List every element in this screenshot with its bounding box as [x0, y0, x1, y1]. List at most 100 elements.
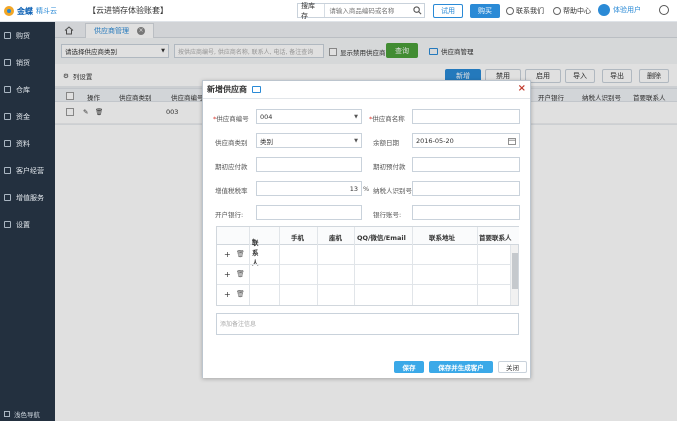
category-field[interactable]: 类别 ▼ [256, 133, 362, 148]
code-label: *供应商编号 [213, 115, 249, 123]
sidebar-item-customer[interactable]: 客户经营 [0, 157, 55, 184]
logo: 金蝶 精斗云 [4, 3, 60, 19]
top-bar: 金蝶 精斗云 【云进销存体验账套】 搜库存 试用 购买 联系我们 帮助中心 体验… [0, 0, 677, 22]
col-header-phone: 座机 [329, 234, 342, 242]
prepaid-field[interactable] [412, 157, 520, 172]
add-row-icon[interactable]: + [224, 250, 231, 259]
account-field[interactable] [412, 205, 520, 220]
tax-rate-field[interactable]: 13 [256, 181, 362, 196]
save-and-create-customer-button[interactable]: 保存并生成客户 [429, 361, 493, 373]
sidebar-item-purchase[interactable]: 购货 [0, 22, 55, 49]
dialog-footer: 保存 保存并生成客户 关闭 [203, 357, 530, 378]
user-menu[interactable]: 体验用户 [598, 4, 641, 16]
balance-date-field[interactable]: 2016-05-20 [412, 133, 520, 148]
add-row-icon[interactable]: + [224, 290, 231, 299]
dialog-header: 新增供应商 × [203, 81, 530, 99]
dialog-title: 新增供应商 [207, 85, 247, 94]
contact-row[interactable]: + 🗑 [217, 285, 511, 305]
name-label: *供应商名称 [369, 115, 405, 123]
service-icon [4, 194, 11, 201]
sidebar-item-settings[interactable]: 设置 [0, 211, 55, 238]
tax-rate-unit: % [363, 185, 370, 193]
sales-icon [4, 59, 11, 66]
sidebar-item-warehouse[interactable]: 仓库 [0, 76, 55, 103]
grid-scrollbar[interactable] [510, 245, 518, 305]
sidebar-item-service[interactable]: 增值服务 [0, 184, 55, 211]
balance-date-value: 2016-05-20 [416, 136, 454, 145]
video-icon[interactable] [252, 86, 261, 93]
add-supplier-dialog: 新增供应商 × *供应商编号 004 ▼ *供应商名称 供应商类别 类别 ▼ 余额日… [202, 80, 531, 378]
calendar-icon[interactable] [508, 137, 516, 145]
brand-sub: 精斗云 [36, 7, 57, 15]
help-label: 帮助中心 [563, 7, 591, 15]
light-nav-toggle[interactable]: 浅色导航 [4, 409, 40, 419]
trash-icon[interactable]: 🗑 [236, 290, 245, 298]
name-field[interactable] [412, 109, 520, 124]
code-field[interactable]: 004 ▼ [256, 109, 362, 124]
taxpayer-field[interactable] [412, 181, 520, 196]
col-header-mobile: 手机 [291, 234, 304, 242]
note-textarea[interactable]: 添加备注信息 [216, 313, 519, 335]
col-header-primary: 首要联系人 [479, 234, 512, 242]
warehouse-icon [4, 86, 11, 93]
logout-icon[interactable] [659, 5, 669, 15]
code-label-text: 供应商编号 [216, 115, 249, 123]
chevron-down-icon: ▼ [354, 137, 358, 144]
sidebar-item-label: 增值服务 [16, 193, 44, 202]
settings-icon [4, 221, 11, 228]
close-button[interactable]: 关闭 [498, 361, 527, 373]
name-label-text: 供应商名称 [372, 115, 405, 123]
sidebar-item-data[interactable]: 资料 [0, 130, 55, 157]
bank-label: 开户银行: [215, 211, 244, 219]
customer-icon [4, 167, 11, 174]
sidebar-item-label: 购货 [16, 31, 30, 40]
add-row-icon[interactable]: + [224, 270, 231, 279]
col-header-qq: QQ/微信/Email [357, 234, 406, 242]
taxpayer-label: 纳税人识别号: [373, 187, 415, 195]
contact-row[interactable]: + 🗑 [217, 265, 511, 285]
search-input[interactable] [325, 4, 411, 17]
mail-icon [506, 7, 514, 15]
sidebar-item-label: 销货 [16, 58, 30, 67]
contact-row[interactable]: + 🗑 [217, 245, 511, 265]
close-icon[interactable]: × [518, 84, 526, 94]
contact-grid: * 联系人 手机 座机 QQ/微信/Email 联系地址 首要联系人 + 🗑 + 🗑 … [216, 226, 519, 306]
sidebar: 购货 销货 仓库 资金 资料 客户经营 增值服务 设置 浅色导航 [0, 22, 55, 421]
save-button[interactable]: 保存 [394, 361, 424, 373]
sidebar-item-label: 设置 [16, 220, 30, 229]
trash-icon[interactable]: 🗑 [236, 270, 245, 278]
sidebar-item-label: 资金 [16, 112, 30, 121]
sidebar-item-funds[interactable]: 资金 [0, 103, 55, 130]
category-value: 类别 [260, 137, 273, 146]
contact-label: 联系我们 [516, 7, 544, 15]
global-search: 搜库存 [297, 2, 425, 20]
search-scope-select[interactable]: 搜库存 [298, 2, 326, 20]
col-header-address: 联系地址 [429, 234, 455, 242]
search-icon[interactable] [410, 4, 424, 17]
scrollbar-thumb[interactable] [512, 253, 518, 289]
payable-label: 期初应付款 [215, 163, 248, 171]
account-label: 银行账号: [373, 211, 402, 219]
sidebar-item-sales[interactable]: 销货 [0, 49, 55, 76]
bank-field[interactable] [256, 205, 362, 220]
prepaid-label: 期初预付款 [373, 163, 406, 171]
tax-rate-label: 增值税税率 [215, 187, 248, 195]
cart-icon [4, 32, 11, 39]
balance-date-label: 余额日期 [373, 139, 399, 147]
nav-toggle-icon [4, 411, 10, 417]
try-button[interactable]: 试用 [433, 4, 463, 18]
brand: 金蝶 [17, 6, 33, 16]
light-nav-label: 浅色导航 [14, 411, 40, 419]
sidebar-item-label: 资料 [16, 139, 30, 148]
buy-button[interactable]: 购买 [470, 4, 500, 18]
user-label: 体验用户 [613, 6, 641, 14]
help-link[interactable]: 帮助中心 [553, 6, 591, 16]
category-label: 供应商类别 [215, 139, 248, 147]
sidebar-item-label: 客户经营 [16, 166, 44, 175]
trash-icon[interactable]: 🗑 [236, 250, 245, 258]
payable-field[interactable] [256, 157, 362, 172]
contact-link[interactable]: 联系我们 [506, 6, 544, 16]
money-icon [4, 113, 11, 120]
app-title: 【云进销存体验账套】 [88, 6, 168, 15]
logo-mark-icon [4, 6, 14, 16]
